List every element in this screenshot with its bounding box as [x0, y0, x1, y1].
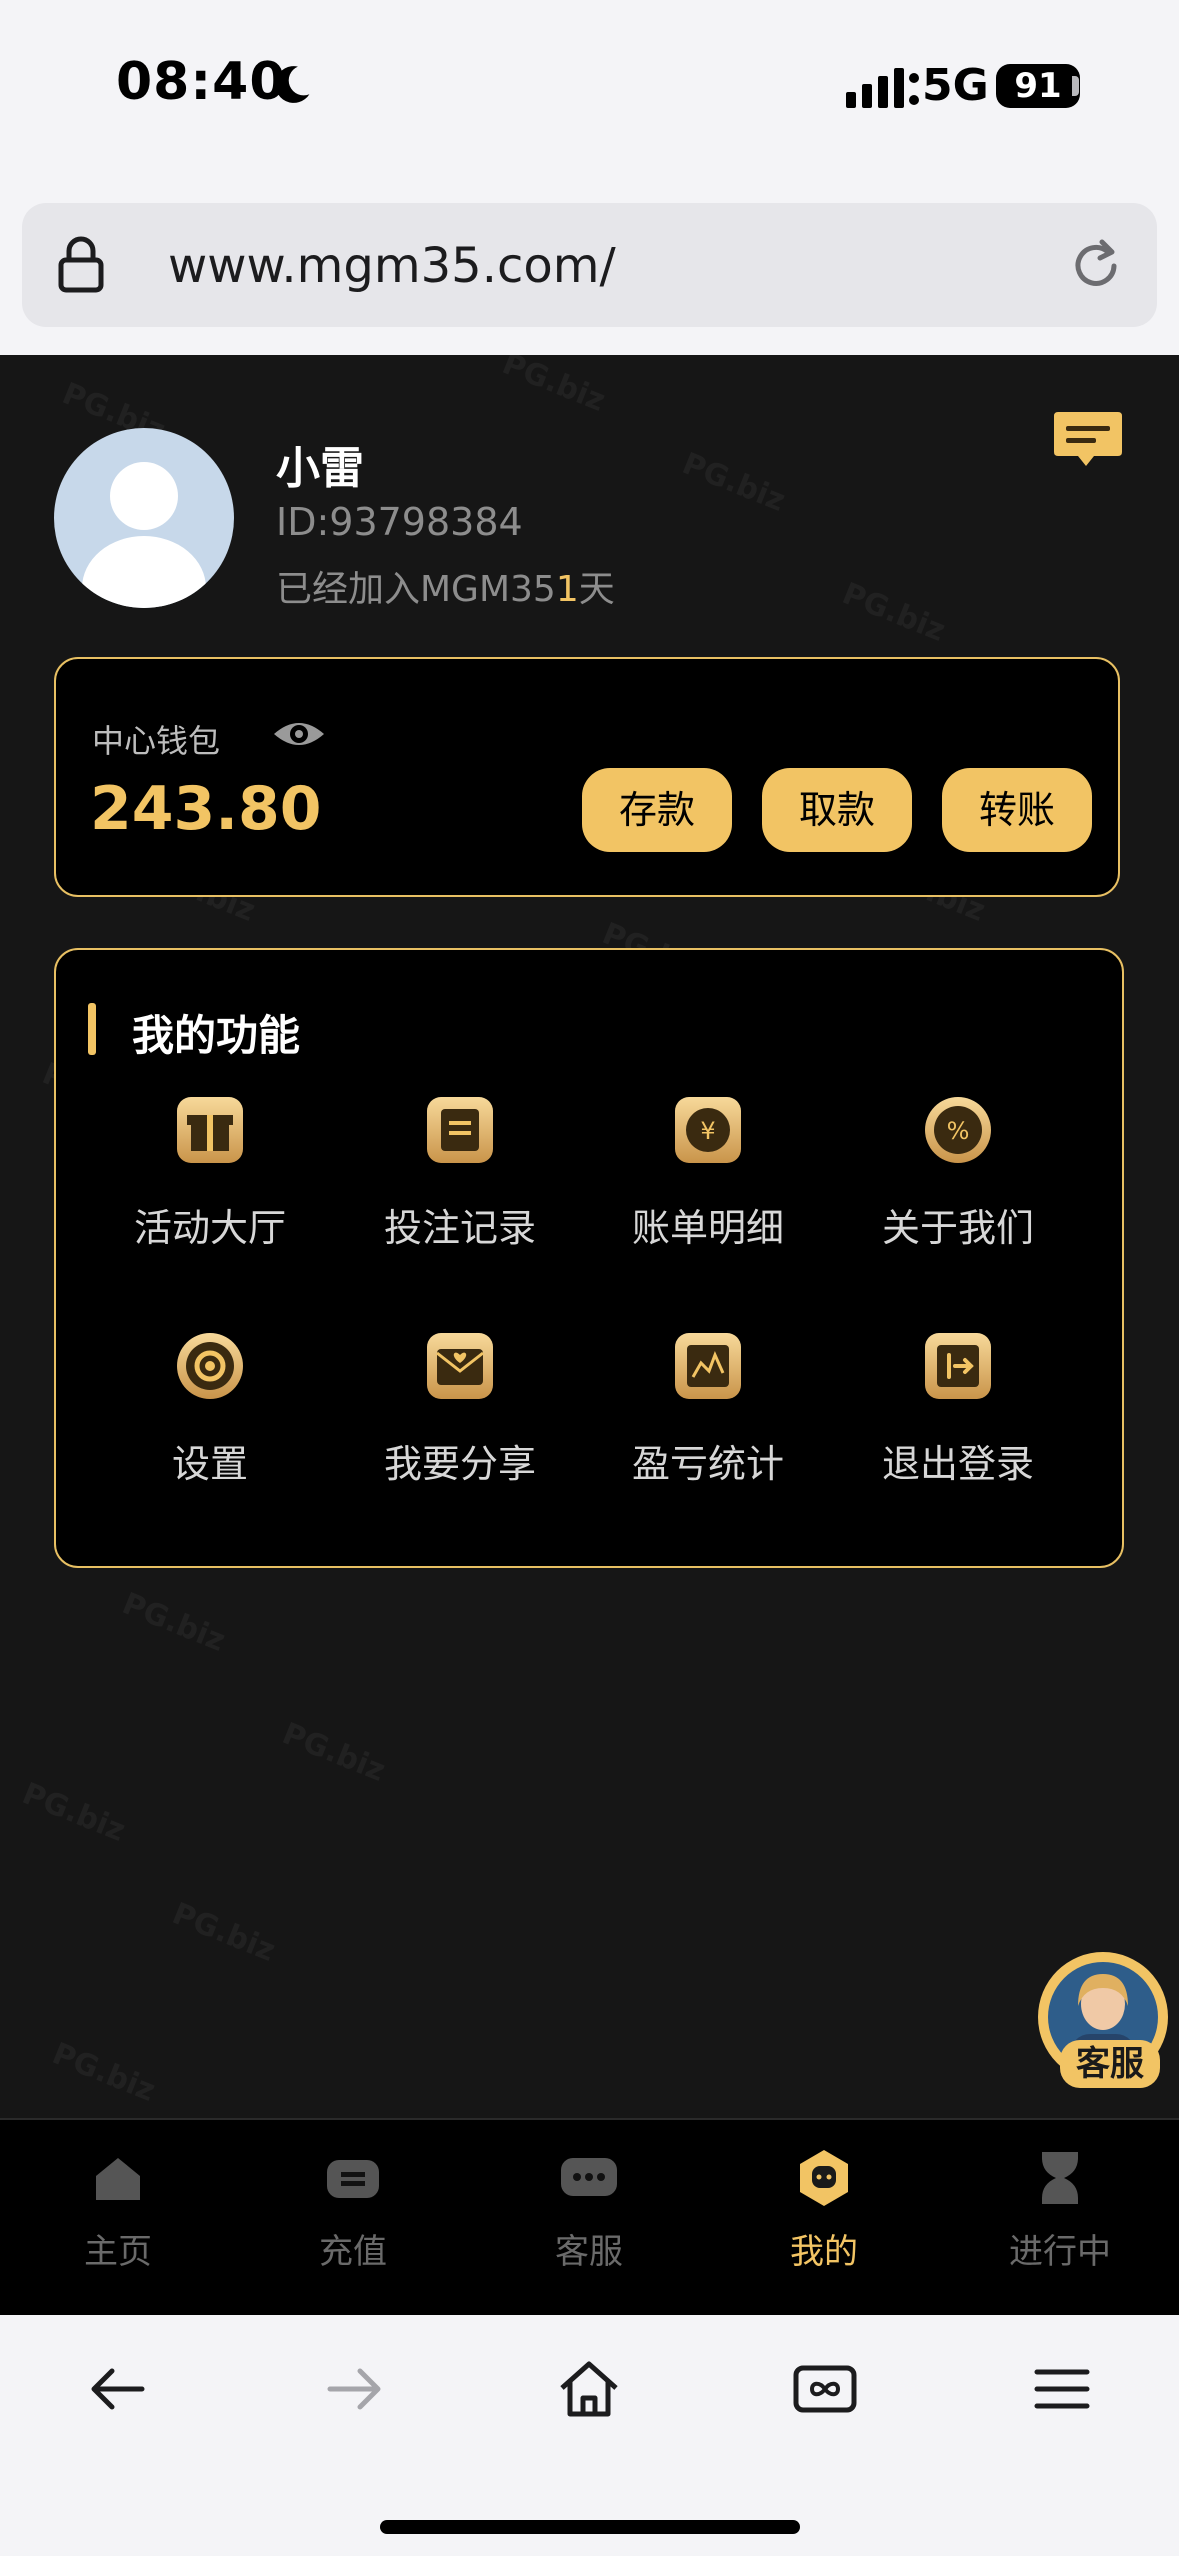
- gear-icon: [177, 1333, 243, 1399]
- home-indicator: [380, 2520, 800, 2534]
- tab-label: 我的: [790, 2232, 858, 2272]
- tab-recharge[interactable]: 充值: [253, 2142, 453, 2282]
- svg-text:¥: ¥: [700, 1117, 715, 1145]
- moon-icon: [275, 66, 310, 103]
- tab-customer-service[interactable]: 客服: [489, 2142, 689, 2282]
- avatar-placeholder-icon: [82, 462, 206, 608]
- wallet-balance: 243.80: [90, 774, 322, 844]
- user-id: ID:93798384: [276, 500, 523, 544]
- function-label: 盈亏统计: [631, 1442, 784, 1486]
- eye-icon[interactable]: [272, 714, 326, 754]
- section-accent-bar: [88, 1003, 96, 1055]
- signal-icon: [846, 68, 919, 108]
- status-time: 08:40: [116, 52, 287, 112]
- function-label: 设置: [171, 1442, 248, 1486]
- percent-icon: %: [925, 1097, 991, 1163]
- function-label: 账单明细: [631, 1206, 784, 1250]
- svg-text:%: %: [947, 1117, 970, 1145]
- deposit-button[interactable]: 存款: [582, 768, 732, 852]
- function-label: 退出登录: [881, 1442, 1034, 1486]
- chart-icon: [675, 1333, 741, 1399]
- message-icon[interactable]: [1050, 410, 1126, 470]
- function-label: 关于我们: [881, 1206, 1034, 1250]
- tab-label: 充值: [319, 2232, 387, 2272]
- home-icon[interactable]: [554, 2354, 624, 2424]
- functions-title: 我的功能: [132, 1011, 301, 1060]
- yen-icon: ¥: [675, 1097, 741, 1163]
- wallet-label: 中心钱包: [92, 722, 221, 760]
- chat-icon: [561, 2158, 617, 2196]
- avatar[interactable]: [54, 428, 234, 608]
- transfer-button[interactable]: 转账: [942, 768, 1092, 852]
- tab-label: 主页: [84, 2232, 152, 2272]
- gift-icon: [177, 1097, 243, 1163]
- network-type: 5G: [922, 60, 989, 111]
- reload-icon[interactable]: [1066, 236, 1126, 296]
- back-arrow-icon[interactable]: [82, 2354, 152, 2424]
- tab-label: 进行中: [1009, 2232, 1111, 2272]
- url-text[interactable]: www.mgm35.com/: [168, 238, 616, 294]
- battery-tip: [1072, 76, 1079, 96]
- hourglass-icon: [1042, 2152, 1078, 2204]
- share-icon: [427, 1333, 493, 1399]
- battery-indicator: 91: [996, 64, 1080, 108]
- function-label: 活动大厅: [133, 1206, 286, 1250]
- wallet-icon: [327, 2160, 379, 2198]
- tab-home[interactable]: 主页: [18, 2142, 218, 2282]
- function-label: 投注记录: [383, 1206, 536, 1250]
- username: 小雷: [276, 443, 364, 494]
- forward-arrow-icon[interactable]: [320, 2354, 390, 2424]
- record-icon: [427, 1097, 493, 1163]
- home-icon: [96, 2158, 140, 2200]
- menu-icon[interactable]: [1027, 2354, 1097, 2424]
- logout-icon: [925, 1333, 991, 1399]
- joined-days: 已经加入MGM351天: [276, 569, 615, 610]
- tab-in-progress[interactable]: 进行中: [960, 2142, 1160, 2282]
- withdraw-button[interactable]: 取款: [762, 768, 912, 852]
- tabs-icon[interactable]: [790, 2354, 860, 2424]
- lock-icon: [58, 236, 104, 293]
- tab-mine[interactable]: 我的: [724, 2142, 924, 2282]
- function-label: 我要分享: [383, 1442, 536, 1486]
- floating-service-label[interactable]: 客服: [1060, 2040, 1160, 2088]
- profile-icon: [800, 2150, 848, 2206]
- tab-label: 客服: [555, 2232, 623, 2272]
